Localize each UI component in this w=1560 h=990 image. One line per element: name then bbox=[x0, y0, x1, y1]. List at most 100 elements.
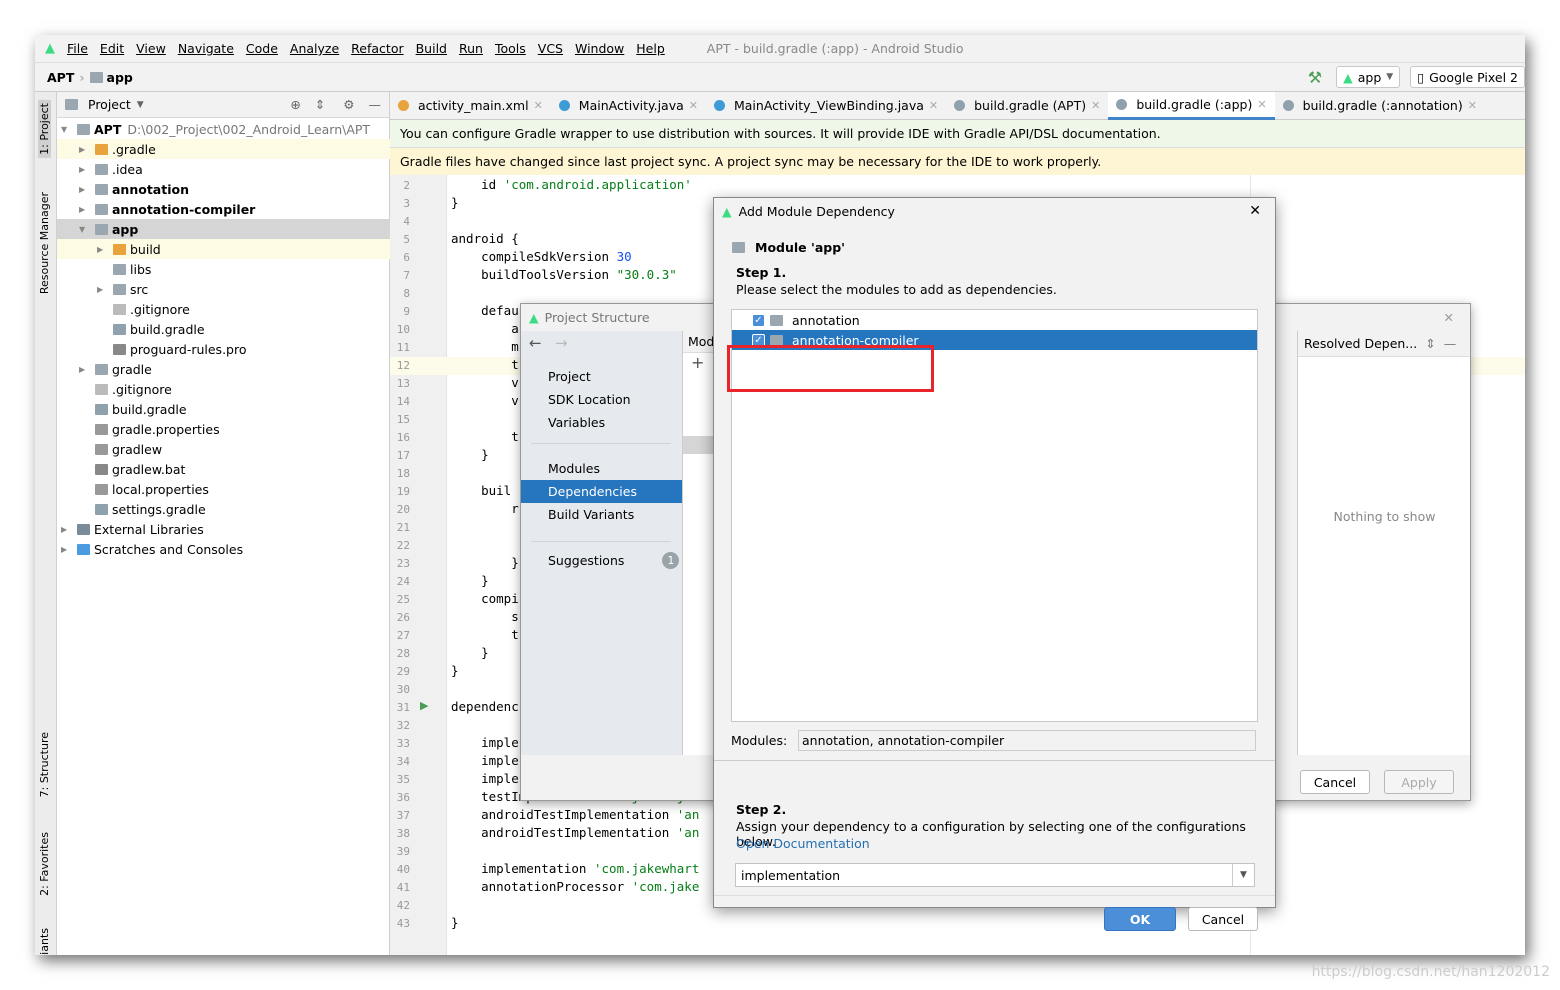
expand-arrow-icon[interactable]: ▶ bbox=[61, 545, 77, 554]
menu-navigate[interactable]: Navigate bbox=[178, 41, 234, 56]
close-tab-icon[interactable]: ✕ bbox=[1091, 99, 1100, 112]
close-icon[interactable]: ✕ bbox=[1444, 310, 1454, 325]
expand-arrow-icon[interactable]: ▶ bbox=[79, 145, 95, 154]
close-tab-icon[interactable]: ✕ bbox=[1468, 99, 1477, 112]
favorites-tab[interactable]: 2: Favorites bbox=[38, 832, 51, 896]
tree-item[interactable]: ▶ build bbox=[57, 239, 390, 259]
build-variants-tab[interactable]: iants bbox=[38, 928, 51, 955]
tree-item[interactable]: ▼ APT D:\002_Project\002_Android_Learn\APT bbox=[57, 119, 390, 139]
collapse-icon[interactable]: ⇕ bbox=[315, 97, 325, 112]
breadcrumb-module[interactable]: app bbox=[107, 70, 133, 85]
tree-item[interactable]: ▶ Scratches and Consoles bbox=[57, 539, 390, 559]
editor-tab[interactable]: build.gradle (:app) ✕ bbox=[1108, 91, 1275, 120]
tree-item[interactable]: proguard-rules.pro bbox=[57, 339, 390, 359]
nav-item-sdk-location[interactable]: SDK Location bbox=[521, 388, 682, 411]
menu-tools[interactable]: Tools bbox=[495, 41, 526, 56]
expand-arrow-icon[interactable]: ▼ bbox=[79, 225, 95, 234]
nav-item-suggestions[interactable]: Suggestions 1 bbox=[521, 549, 682, 572]
tree-item[interactable]: gradlew bbox=[57, 439, 390, 459]
nav-item-build-variants[interactable]: Build Variants bbox=[521, 503, 682, 526]
structure-tab[interactable]: 7: Structure bbox=[38, 732, 51, 797]
run-gutter-icon[interactable]: ▶ bbox=[420, 699, 428, 712]
tree-item[interactable]: gradlew.bat bbox=[57, 459, 390, 479]
nav-item-project[interactable]: Project bbox=[521, 365, 682, 388]
expand-arrow-icon[interactable]: ▶ bbox=[79, 365, 95, 374]
tree-item[interactable]: ▶ src bbox=[57, 279, 390, 299]
module-list-item[interactable]: ✓ annotation-compiler bbox=[732, 330, 1257, 350]
editor-tab[interactable]: MainActivity.java ✕ bbox=[551, 92, 706, 120]
menu-build[interactable]: Build bbox=[416, 41, 447, 56]
tree-item[interactable]: build.gradle bbox=[57, 319, 390, 339]
editor-tab[interactable]: activity_main.xml ✕ bbox=[390, 92, 551, 120]
collapse-icon[interactable]: ⇕ bbox=[1425, 336, 1435, 351]
expand-arrow-icon[interactable]: ▶ bbox=[79, 165, 95, 174]
expand-arrow-icon[interactable]: ▶ bbox=[97, 285, 113, 294]
resource-manager-tab[interactable]: Resource Manager bbox=[38, 192, 51, 294]
close-icon[interactable]: ✕ bbox=[1249, 203, 1261, 219]
project-tool-tab[interactable]: 1: Project bbox=[38, 100, 51, 158]
menu-analyze[interactable]: Analyze bbox=[290, 41, 339, 56]
expand-arrow-icon[interactable]: ▶ bbox=[79, 205, 95, 214]
run-config-select[interactable]: ▲ app ▼ bbox=[1336, 66, 1401, 88]
tree-item[interactable]: local.properties bbox=[57, 479, 390, 499]
tree-item[interactable]: ▼ app bbox=[57, 219, 390, 239]
tree-item[interactable]: ▶ gradle bbox=[57, 359, 390, 379]
menu-window[interactable]: Window bbox=[575, 41, 624, 56]
hide-icon[interactable]: — bbox=[369, 97, 382, 112]
module-list-item[interactable]: ✓ annotation bbox=[732, 310, 1257, 330]
menu-refactor[interactable]: Refactor bbox=[351, 41, 403, 56]
menu-vcs[interactable]: VCS bbox=[538, 41, 563, 56]
expand-arrow-icon[interactable]: ▶ bbox=[79, 185, 95, 194]
file-icon bbox=[113, 283, 126, 295]
nav-item-modules[interactable]: Modules bbox=[521, 457, 682, 480]
menu-run[interactable]: Run bbox=[459, 41, 483, 56]
configuration-select[interactable]: implementation ▼ bbox=[735, 863, 1255, 887]
code-text: m bbox=[451, 339, 519, 354]
breadcrumb-root[interactable]: APT bbox=[47, 70, 74, 85]
tree-item[interactable]: ▶ External Libraries bbox=[57, 519, 390, 539]
locate-icon[interactable]: ⊕ bbox=[290, 97, 300, 112]
menu-edit[interactable]: Edit bbox=[100, 41, 124, 56]
nav-item-variables[interactable]: Variables bbox=[521, 411, 682, 434]
tree-item[interactable]: .gitignore bbox=[57, 379, 390, 399]
menu-view[interactable]: View bbox=[136, 41, 166, 56]
menu-help[interactable]: Help bbox=[636, 41, 665, 56]
tree-item[interactable]: ▶ .gradle bbox=[57, 139, 390, 159]
minimize-icon[interactable]: — bbox=[1444, 336, 1457, 351]
tree-item[interactable]: ▶ annotation-compiler bbox=[57, 199, 390, 219]
editor-tab[interactable]: MainActivity_ViewBinding.java ✕ bbox=[706, 92, 946, 120]
close-tab-icon[interactable]: ✕ bbox=[1257, 98, 1266, 111]
apply-button[interactable]: Apply bbox=[1384, 770, 1454, 794]
forward-arrow-icon[interactable]: → bbox=[555, 334, 568, 352]
open-documentation-link[interactable]: Open Documentation bbox=[736, 836, 870, 851]
close-tab-icon[interactable]: ✕ bbox=[929, 99, 938, 112]
expand-arrow-icon[interactable]: ▼ bbox=[61, 125, 77, 134]
build-hammer-icon[interactable]: ⚒ bbox=[1308, 68, 1322, 87]
editor-tab[interactable]: build.gradle (APT) ✕ bbox=[946, 92, 1108, 120]
editor-tab[interactable]: build.gradle (:annotation) ✕ bbox=[1275, 92, 1485, 120]
nav-item-label: Variables bbox=[548, 415, 606, 430]
gear-icon[interactable]: ⚙ bbox=[343, 97, 354, 112]
expand-arrow-icon[interactable]: ▶ bbox=[97, 245, 113, 254]
close-tab-icon[interactable]: ✕ bbox=[689, 99, 698, 112]
tree-item[interactable]: gradle.properties bbox=[57, 419, 390, 439]
project-view-select[interactable]: Project bbox=[88, 97, 131, 112]
tree-item[interactable]: .gitignore bbox=[57, 299, 390, 319]
tree-item[interactable]: ▶ annotation bbox=[57, 179, 390, 199]
cancel-button[interactable]: Cancel bbox=[1188, 907, 1258, 931]
menu-code[interactable]: Code bbox=[246, 41, 278, 56]
tree-item[interactable]: settings.gradle bbox=[57, 499, 390, 519]
nav-item-dependencies[interactable]: Dependencies bbox=[521, 480, 682, 503]
expand-arrow-icon[interactable]: ▶ bbox=[61, 525, 77, 534]
device-select[interactable]: ▯ Google Pixel 2 bbox=[1410, 66, 1525, 88]
ok-button[interactable]: OK bbox=[1104, 907, 1176, 931]
back-arrow-icon[interactable]: ← bbox=[529, 334, 542, 352]
close-tab-icon[interactable]: ✕ bbox=[534, 99, 543, 112]
tree-item[interactable]: ▶ .idea bbox=[57, 159, 390, 179]
checkbox[interactable]: ✓ bbox=[752, 313, 765, 327]
menu-file[interactable]: File bbox=[67, 41, 88, 56]
tree-item[interactable]: libs bbox=[57, 259, 390, 279]
checkbox[interactable]: ✓ bbox=[752, 333, 765, 347]
cancel-button[interactable]: Cancel bbox=[1300, 770, 1370, 794]
tree-item[interactable]: build.gradle bbox=[57, 399, 390, 419]
